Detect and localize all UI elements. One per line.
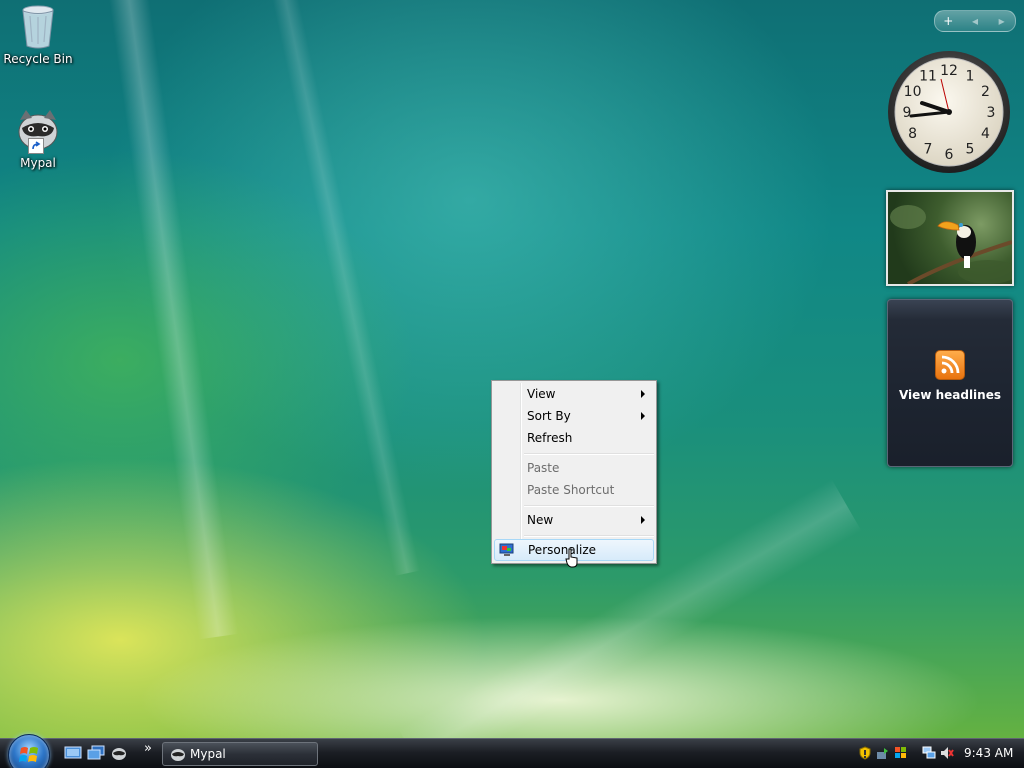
recycle-bin-icon [14, 2, 62, 50]
wallpaper-streak [101, 0, 239, 640]
submenu-arrow-icon [641, 516, 645, 524]
toucan-photo [890, 205, 1012, 284]
previous-gadget-button[interactable]: ◂ [964, 14, 986, 28]
menu-item-label: Sort By [527, 409, 571, 423]
menu-item-paste[interactable]: Paste [494, 458, 654, 478]
clock-numeral: 1 [966, 69, 975, 85]
clock-face: 12 12 3 45678 9 1011 [888, 51, 1010, 173]
taskbar-button-mypal[interactable]: Mypal [162, 742, 318, 766]
personalize-icon [499, 543, 515, 557]
taskbar: » Mypal 9:43 AM [0, 734, 1024, 768]
switch-windows-icon[interactable] [87, 745, 105, 761]
raccoon-icon [14, 106, 62, 154]
clock-numeral: 4 [981, 126, 990, 142]
menu-item-sort-by[interactable]: Sort By [494, 406, 654, 426]
mouse-cursor-icon [565, 548, 578, 568]
clock-numeral: 6 [945, 147, 954, 163]
menu-item-refresh[interactable]: Refresh [494, 428, 654, 448]
menu-item-label: New [527, 513, 554, 527]
recycle-bin-shortcut[interactable]: Recycle Bin [0, 2, 76, 66]
volume-muted-icon[interactable] [940, 746, 954, 760]
raccoon-icon [170, 746, 186, 762]
clock-numeral: 9 [903, 105, 912, 121]
clock-numeral: 8 [908, 126, 917, 142]
next-gadget-button[interactable]: ▸ [991, 14, 1013, 28]
clock-numeral: 11 [919, 69, 937, 85]
start-button[interactable] [8, 734, 50, 768]
clock-numeral: 2 [981, 84, 990, 100]
submenu-arrow-icon [641, 390, 645, 398]
show-desktop-icon[interactable] [64, 745, 82, 761]
menu-item-paste-shortcut[interactable]: Paste Shortcut [494, 480, 654, 500]
menu-separator [524, 535, 654, 537]
safely-remove-hardware-icon[interactable] [876, 746, 890, 760]
add-gadget-button[interactable]: + [937, 14, 959, 28]
feed-headlines-gadget[interactable]: View headlines [887, 299, 1013, 467]
recycle-bin-label: Recycle Bin [3, 52, 73, 66]
quicklaunch-overflow-button[interactable]: » [144, 741, 152, 756]
submenu-arrow-icon [641, 412, 645, 420]
menu-separator [524, 505, 654, 507]
security-shield-icon[interactable] [858, 746, 872, 760]
taskbar-button-label: Mypal [190, 747, 226, 761]
menu-item-new[interactable]: New [494, 510, 654, 530]
desktop-context-menu: View Sort By Refresh Paste Paste Shortcu… [491, 380, 657, 564]
clock-numeral: 12 [940, 63, 958, 79]
taskbar-clock[interactable]: 9:43 AM [964, 746, 1013, 760]
desktop[interactable]: Recycle Bin Mypal + ◂ ▸ 12 1 2 3 4 5 6 7… [0, 0, 1024, 768]
clock-numeral: 7 [924, 141, 933, 157]
mypal-shortcut[interactable]: Mypal [0, 106, 76, 170]
clock-numeral: 10 [904, 84, 922, 100]
mypal-quicklaunch-icon[interactable] [110, 745, 128, 761]
clock-numeral: 5 [966, 141, 975, 157]
shortcut-arrow-icon [28, 138, 44, 154]
menu-item-label: Paste [527, 461, 560, 475]
sidebar-controls: + ◂ ▸ [934, 10, 1016, 32]
clock-numeral: 3 [987, 105, 996, 121]
rss-icon [935, 350, 965, 380]
menu-item-view[interactable]: View [494, 384, 654, 404]
menu-item-label: Refresh [527, 431, 573, 445]
windows-update-icon[interactable] [894, 746, 908, 760]
view-headlines-link[interactable]: View headlines [888, 388, 1012, 402]
clock-gadget[interactable]: 12 1 2 3 4 5 6 7 8 9 10 11 [886, 49, 1012, 175]
menu-separator [524, 453, 654, 455]
mypal-label: Mypal [20, 156, 56, 170]
menu-item-label: View [527, 387, 556, 401]
network-icon[interactable] [922, 746, 936, 760]
menu-item-label: Personalize [528, 543, 597, 557]
wallpaper-streak [265, 0, 421, 576]
slideshow-gadget[interactable] [886, 190, 1014, 286]
menu-item-label: Paste Shortcut [527, 483, 615, 497]
windows-logo-icon [19, 747, 38, 762]
